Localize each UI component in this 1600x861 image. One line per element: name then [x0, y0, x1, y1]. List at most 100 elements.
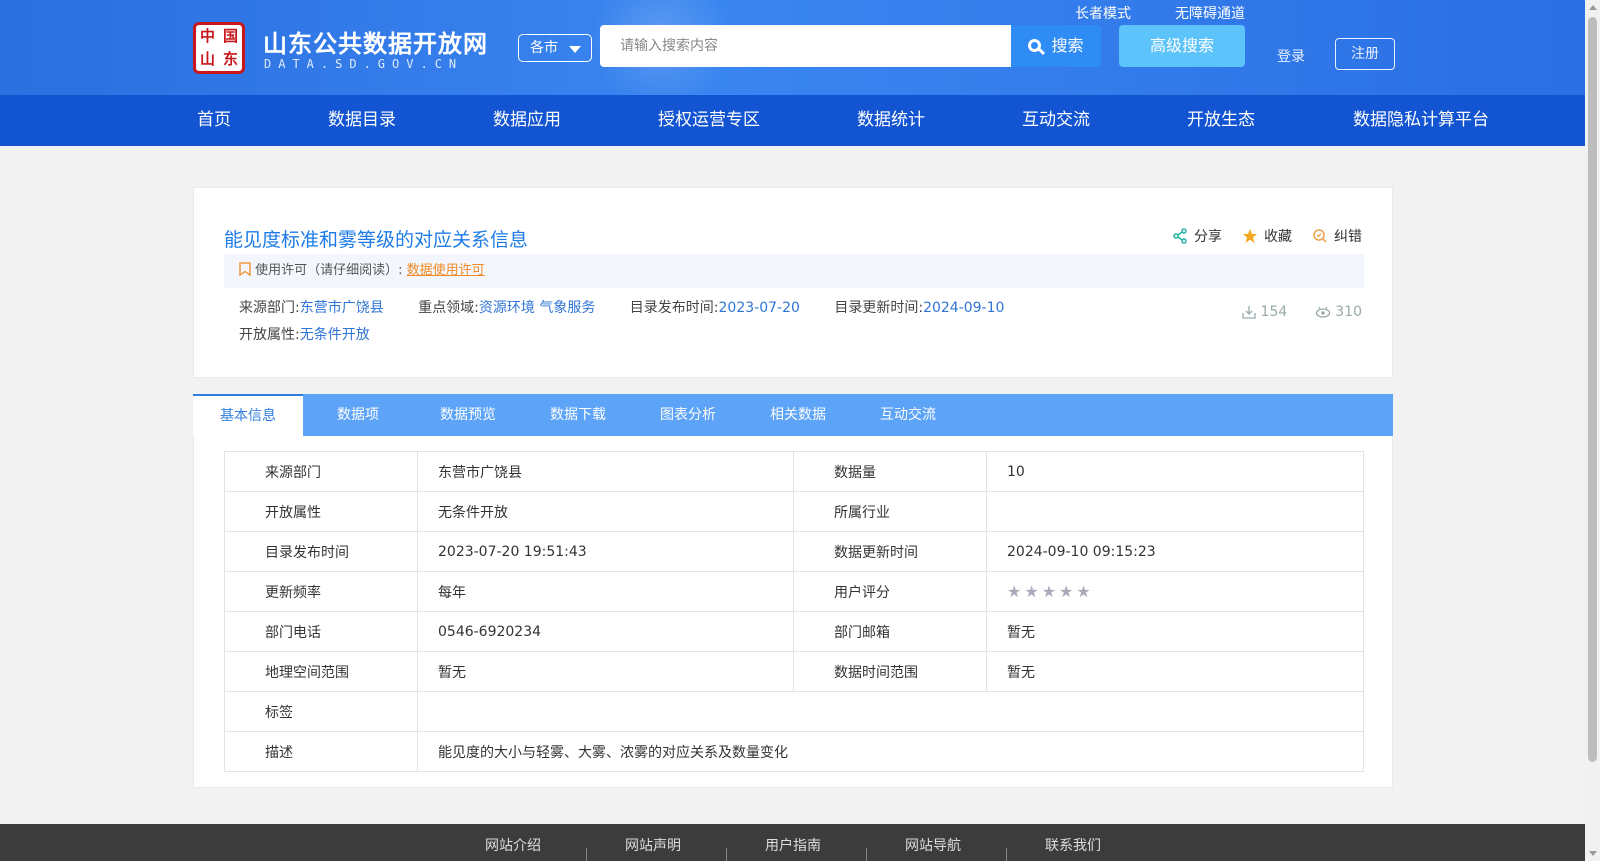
meta-open-label: 开放属性:: [239, 327, 300, 343]
table-row: 目录发布时间 2023-07-20 19:51:43 数据更新时间 2024-0…: [224, 531, 1364, 572]
license-label: 使用许可（请仔细阅读）:: [255, 263, 403, 278]
meta-domain: 重点领域:资源环境 气象服务: [418, 297, 595, 317]
view-count-value: 310: [1335, 304, 1362, 320]
field-label: 数据时间范围: [793, 651, 987, 692]
rating-stars[interactable]: ★ ★ ★ ★ ★: [1007, 582, 1091, 601]
site-domain: DATA.SD.GOV.CN: [264, 57, 464, 71]
field-value: [986, 491, 1364, 532]
star-icon[interactable]: ★: [1042, 582, 1056, 601]
login-link[interactable]: 登录: [1277, 46, 1305, 66]
footer-divider: [586, 848, 587, 861]
nav-item-ecosystem[interactable]: 开放生态: [1187, 95, 1255, 146]
scroll-up-arrow-icon[interactable]: [1589, 5, 1597, 10]
dataset-stats: 154 310: [1241, 304, 1362, 320]
tab-data-items[interactable]: 数据项: [303, 394, 413, 436]
footer-link-about[interactable]: 网站介绍: [485, 835, 541, 855]
field-label: 标签: [224, 691, 418, 732]
register-button[interactable]: 注册: [1335, 38, 1395, 70]
caret-down-icon: [569, 46, 581, 53]
search-input[interactable]: [600, 25, 1011, 67]
star-icon: [1243, 229, 1257, 243]
advanced-search-button[interactable]: 高级搜索: [1119, 25, 1245, 67]
field-label: 描述: [224, 731, 418, 772]
tab-related-data[interactable]: 相关数据: [743, 394, 853, 436]
field-value: 暂无: [986, 611, 1364, 652]
footer-link-sitemap[interactable]: 网站导航: [905, 835, 961, 855]
scroll-down-arrow-icon[interactable]: [1589, 851, 1597, 856]
table-row: 描述 能见度的大小与轻雾、大雾、浓雾的对应关系及数量变化: [224, 731, 1364, 772]
favorite-button[interactable]: 收藏: [1242, 226, 1292, 246]
site-header: 中 国 山 东 山东公共数据开放网 DATA.SD.GOV.CN 各市 搜索 高…: [0, 0, 1585, 95]
nav-item-home[interactable]: 首页: [197, 95, 231, 146]
accessibility-link[interactable]: 无障碍通道: [1175, 3, 1245, 23]
page-title: 能见度标准和雾等级的对应关系信息: [224, 229, 529, 251]
star-icon[interactable]: ★: [1007, 582, 1021, 601]
field-label: 数据更新时间: [793, 531, 987, 572]
meta-domain-label: 重点领域:: [418, 300, 479, 316]
field-label: 更新频率: [224, 571, 418, 612]
download-icon: [1241, 306, 1256, 319]
meta-source-value[interactable]: 东营市广饶县: [300, 300, 384, 316]
elder-mode-link[interactable]: 长者模式: [1075, 3, 1131, 23]
table-row: 地理空间范围 暂无 数据时间范围 暂无: [224, 651, 1364, 692]
nav-item-catalog[interactable]: 数据目录: [328, 95, 396, 146]
table-row: 来源部门 东营市广饶县 数据量 10: [224, 451, 1364, 492]
field-label: 目录发布时间: [224, 531, 418, 572]
view-count: 310: [1315, 304, 1362, 320]
star-icon[interactable]: ★: [1024, 582, 1038, 601]
field-label: 用户评分: [793, 571, 987, 612]
tab-data-download[interactable]: 数据下载: [523, 394, 633, 436]
tab-data-preview[interactable]: 数据预览: [413, 394, 523, 436]
footer-link-contact[interactable]: 联系我们: [1045, 835, 1101, 855]
city-select[interactable]: 各市: [518, 34, 592, 62]
bookmark-icon: [239, 262, 251, 277]
field-value: 暂无: [986, 651, 1364, 692]
table-row: 标签: [224, 691, 1364, 732]
correct-button[interactable]: 纠错: [1312, 226, 1362, 246]
nav-item-interaction[interactable]: 互动交流: [1022, 95, 1090, 146]
nav-item-apps[interactable]: 数据应用: [493, 95, 561, 146]
scrollbar-thumb[interactable]: [1588, 17, 1597, 762]
site-title[interactable]: 山东公共数据开放网: [263, 24, 488, 59]
footer-divider: [866, 848, 867, 861]
tab-interaction[interactable]: 互动交流: [853, 394, 963, 436]
seal-char: 东: [222, 50, 238, 68]
star-icon[interactable]: ★: [1076, 582, 1090, 601]
nav-item-statistics[interactable]: 数据统计: [857, 95, 925, 146]
table-row: 部门电话 0546-6920234 部门邮箱 暂无: [224, 611, 1364, 652]
field-value: 东营市广饶县: [417, 451, 794, 492]
nav-item-privacy-computing[interactable]: 数据隐私计算平台: [1353, 95, 1489, 146]
basic-info-table: 来源部门 东营市广饶县 数据量 10 开放属性 无条件开放 所属行业 目录发布时…: [224, 451, 1364, 772]
site-logo-seal[interactable]: 中 国 山 东: [193, 22, 245, 74]
field-value: [417, 691, 1364, 732]
search-icon: [1028, 39, 1042, 52]
dataset-meta-row: 来源部门:东营市广饶县 重点领域:资源环境 气象服务 目录发布时间:2023-0…: [239, 297, 1034, 317]
seal-char: 国: [222, 27, 238, 45]
search-button[interactable]: 搜索: [1011, 25, 1101, 67]
share-button[interactable]: 分享: [1172, 226, 1222, 246]
search-button-label: 搜索: [1051, 36, 1084, 55]
site-footer: 网站介绍 网站声明 用户指南 网站导航 联系我们: [0, 824, 1585, 861]
tab-basic-info[interactable]: 基本信息: [193, 394, 303, 436]
tab-chart-analysis[interactable]: 图表分析: [633, 394, 743, 436]
meta-publish-label: 目录发布时间:: [629, 300, 719, 316]
nav-item-authorized-ops[interactable]: 授权运营专区: [658, 95, 760, 146]
field-value: 2023-07-20 19:51:43: [417, 531, 794, 572]
download-count: 154: [1241, 304, 1287, 320]
correct-label: 纠错: [1334, 229, 1362, 245]
footer-link-statement[interactable]: 网站声明: [625, 835, 681, 855]
basic-info-panel: 来源部门 东营市广饶县 数据量 10 开放属性 无条件开放 所属行业 目录发布时…: [193, 436, 1393, 788]
field-label: 来源部门: [224, 451, 418, 492]
dataset-meta-row-2: 开放属性:无条件开放: [239, 324, 400, 344]
table-row: 开放属性 无条件开放 所属行业: [224, 491, 1364, 532]
star-icon[interactable]: ★: [1059, 582, 1073, 601]
meta-publish-value: 2023-07-20: [718, 300, 800, 316]
footer-link-guide[interactable]: 用户指南: [765, 835, 821, 855]
dataset-header-card: 能见度标准和雾等级的对应关系信息 分享 收藏 纠错 使用许可（请仔细阅读）: 数…: [193, 187, 1393, 378]
page-scrollbar[interactable]: [1585, 0, 1600, 861]
license-link[interactable]: 数据使用许可: [407, 263, 485, 278]
main-nav: 首页 数据目录 数据应用 授权运营专区 数据统计 互动交流 开放生态 数据隐私计…: [0, 95, 1585, 146]
seal-char: 中: [199, 27, 215, 45]
meta-domain-value[interactable]: 资源环境 气象服务: [479, 300, 595, 316]
user-rating[interactable]: ★ ★ ★ ★ ★: [986, 571, 1364, 612]
